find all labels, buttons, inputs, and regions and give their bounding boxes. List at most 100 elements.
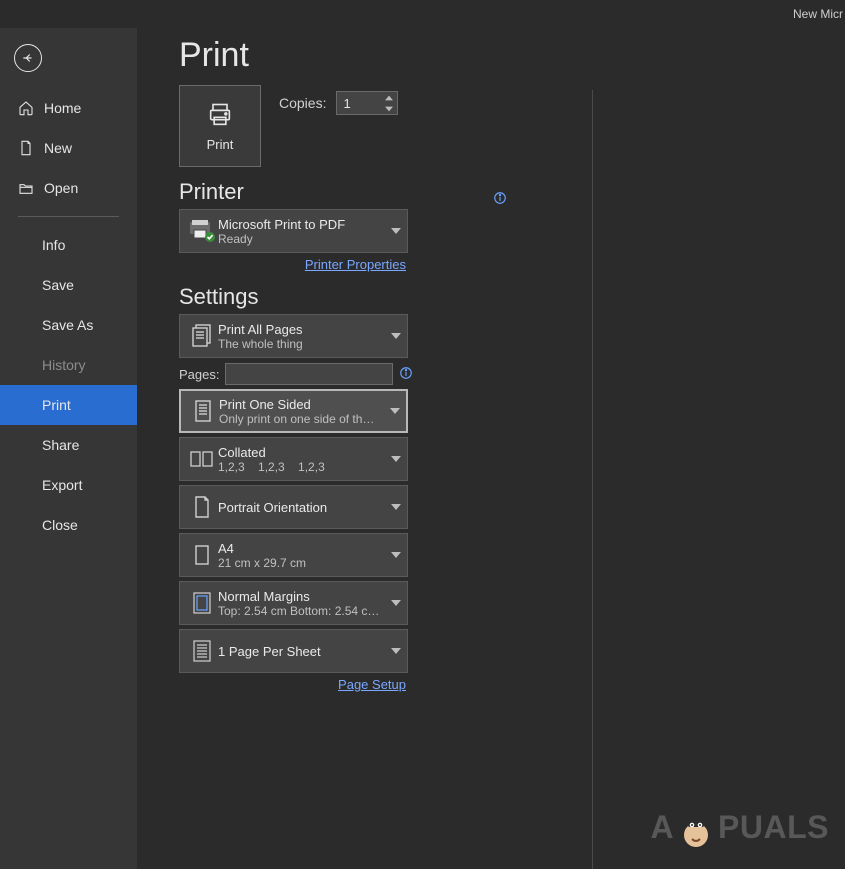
sidebar-item-label: Open — [44, 180, 78, 196]
sidebar-item-label: Home — [44, 100, 81, 116]
chevron-down-icon — [391, 333, 401, 339]
sidebar-item-close[interactable]: Close — [0, 505, 137, 545]
copies-control: Copies: 1 — [279, 91, 398, 115]
page-setup-link[interactable]: Page Setup — [179, 677, 406, 692]
pages-info-button[interactable] — [399, 366, 413, 383]
collation-title: Collated — [218, 445, 385, 460]
back-button[interactable] — [14, 44, 42, 72]
preview-separator — [592, 90, 593, 869]
margins-select[interactable]: Normal Margins Top: 2.54 cm Bottom: 2.54… — [179, 581, 408, 625]
chevron-down-icon — [391, 504, 401, 510]
copies-value: 1 — [343, 96, 350, 111]
sidebar-item-save[interactable]: Save — [0, 265, 137, 305]
printer-ready-icon — [188, 220, 216, 242]
titlebar: New Micr — [0, 0, 845, 28]
sidebar-item-history: History — [0, 345, 137, 385]
mascot-icon — [678, 805, 714, 849]
folder-open-icon — [18, 180, 34, 196]
margins-sub: Top: 2.54 cm Bottom: 2.54 c… — [218, 604, 385, 618]
pages-per-sheet-icon — [191, 639, 213, 663]
chevron-down-icon — [391, 648, 401, 654]
watermark-letter: A — [650, 809, 674, 846]
print-sides-select[interactable]: Print One Sided Only print on one side o… — [179, 389, 408, 433]
sidebar-item-label: Save As — [42, 317, 93, 333]
sidebar-item-label: Close — [42, 517, 78, 533]
home-icon — [18, 100, 34, 116]
paper-size-title: A4 — [218, 541, 385, 556]
print-button-label: Print — [207, 137, 234, 152]
sidebar-item-label: Share — [42, 437, 79, 453]
print-sides-sub: Only print on one side of th… — [219, 412, 384, 426]
printer-heading: Printer — [179, 179, 244, 204]
print-button[interactable]: Print — [179, 85, 261, 167]
margins-icon — [191, 591, 213, 615]
collated-icon — [189, 449, 215, 469]
print-range-select[interactable]: Print All Pages The whole thing — [179, 314, 408, 358]
printer-heading-row: Printer — [179, 179, 501, 205]
sidebar-item-label: Info — [42, 237, 65, 253]
print-sides-title: Print One Sided — [219, 397, 384, 412]
spinner-up[interactable] — [381, 92, 397, 103]
printer-icon — [204, 101, 236, 129]
sidebar-item-info[interactable]: Info — [0, 225, 137, 265]
orientation-select[interactable]: Portrait Orientation — [179, 485, 408, 529]
nav-list: Home New Open Info Save Save As History … — [0, 88, 137, 545]
chevron-down-icon — [391, 228, 401, 234]
paper-icon — [193, 544, 211, 566]
pages-per-sheet-select[interactable]: 1 Page Per Sheet — [179, 629, 408, 673]
sidebar-item-label: History — [42, 357, 86, 373]
document-title: New Micr — [793, 7, 843, 21]
printer-status: Ready — [218, 232, 385, 246]
chevron-down-icon — [391, 456, 401, 462]
info-icon — [493, 191, 507, 205]
watermark-text: PUALS — [718, 809, 829, 846]
printer-name: Microsoft Print to PDF — [218, 217, 385, 232]
copies-label: Copies: — [279, 95, 326, 111]
print-range-sub: The whole thing — [218, 337, 385, 351]
sidebar-item-home[interactable]: Home — [0, 88, 137, 128]
pages-all-icon — [190, 323, 214, 349]
collation-select[interactable]: Collated 1,2,3 1,2,3 1,2,3 — [179, 437, 408, 481]
nav-divider — [18, 216, 119, 217]
chevron-up-icon — [385, 95, 393, 101]
sidebar-item-export[interactable]: Export — [0, 465, 137, 505]
chevron-down-icon — [391, 600, 401, 606]
sidebar-item-open[interactable]: Open — [0, 168, 137, 208]
main-area: Print Print Copies: 1 Printer — [137, 0, 845, 869]
sidebar-item-new[interactable]: New — [0, 128, 137, 168]
sidebar-item-share[interactable]: Share — [0, 425, 137, 465]
sidebar-item-label: Save — [42, 277, 74, 293]
copies-spinner[interactable] — [381, 92, 397, 114]
arrow-left-icon — [21, 51, 35, 65]
orientation-title: Portrait Orientation — [218, 500, 385, 515]
sidebar-item-label: Export — [42, 477, 82, 493]
sidebar-item-saveas[interactable]: Save As — [0, 305, 137, 345]
chevron-down-icon — [385, 106, 393, 112]
printer-properties-link[interactable]: Printer Properties — [179, 257, 406, 272]
backstage-sidebar: Home New Open Info Save Save As History … — [0, 0, 137, 869]
settings-heading: Settings — [179, 284, 501, 310]
chevron-down-icon — [391, 552, 401, 558]
page-title: Print — [179, 36, 501, 75]
sidebar-item-label: New — [44, 140, 72, 156]
pages-input[interactable] — [225, 363, 393, 385]
paper-size-select[interactable]: A4 21 cm x 29.7 cm — [179, 533, 408, 577]
print-range-title: Print All Pages — [218, 322, 385, 337]
print-panel: Print Print Copies: 1 Printer — [179, 28, 501, 692]
info-icon — [399, 366, 413, 380]
sidebar-item-label: Print — [42, 397, 71, 413]
collation-sub: 1,2,3 1,2,3 1,2,3 — [218, 460, 385, 474]
printer-select[interactable]: Microsoft Print to PDF Ready — [179, 209, 408, 253]
margins-title: Normal Margins — [218, 589, 385, 604]
spinner-down[interactable] — [381, 103, 397, 114]
pages-per-sheet-title: 1 Page Per Sheet — [218, 644, 385, 659]
portrait-icon — [192, 495, 212, 519]
printer-info-button[interactable] — [493, 185, 507, 211]
sidebar-item-print[interactable]: Print — [0, 385, 137, 425]
chevron-down-icon — [390, 408, 400, 414]
paper-size-sub: 21 cm x 29.7 cm — [218, 556, 385, 570]
watermark: A PUALS — [650, 805, 829, 849]
document-icon — [18, 140, 34, 156]
page-single-side-icon — [192, 398, 214, 424]
copies-input[interactable]: 1 — [336, 91, 398, 115]
